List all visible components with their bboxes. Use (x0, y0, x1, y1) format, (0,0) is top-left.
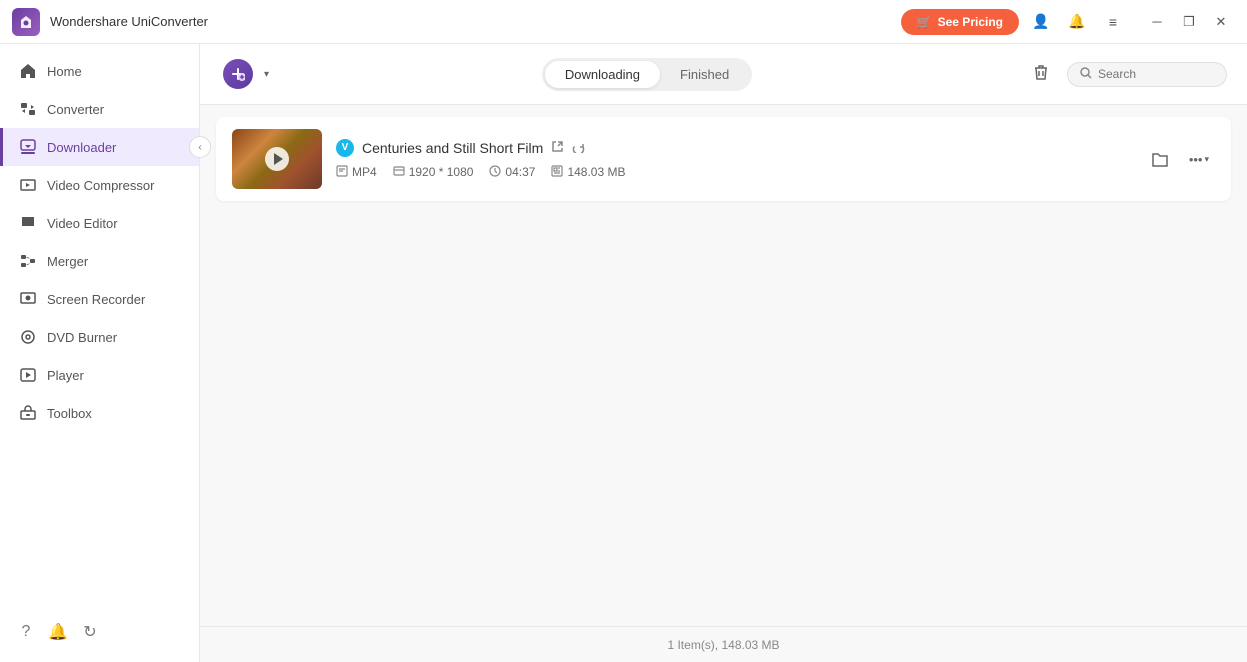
close-button[interactable]: ✕ (1207, 8, 1235, 36)
sidebar-bottom: ? 🔔 ↻ (0, 610, 199, 654)
sidebar-item-home[interactable]: Home (0, 52, 199, 90)
resolution-icon (393, 165, 405, 180)
menu-button[interactable]: ≡ (1099, 8, 1127, 36)
vimeo-badge: V (336, 139, 354, 157)
sidebar-item-player[interactable]: Player (0, 356, 199, 394)
tabs-container: Downloading Finished (542, 58, 752, 91)
search-icon (1080, 67, 1092, 82)
dropdown-arrow-icon[interactable]: ▾ (264, 69, 269, 80)
maximize-button[interactable]: ❐ (1175, 8, 1203, 36)
titlebar-actions: 🛒 See Pricing 👤 🔔 ≡ ─ ❐ ✕ (901, 8, 1235, 36)
filesize-icon (551, 165, 563, 180)
play-overlay[interactable] (265, 147, 289, 171)
refresh-video-icon[interactable] (572, 140, 585, 156)
status-bar: 1 Item(s), 148.03 MB (200, 626, 1247, 662)
video-actions: ••• ▾ (1145, 144, 1215, 174)
ellipsis-icon: ••• (1189, 152, 1203, 167)
help-icon[interactable]: ? (16, 622, 36, 642)
notification-button[interactable]: 🔔 (1063, 8, 1091, 36)
meta-format: MP4 (336, 165, 377, 180)
user-avatar-icon: 👤 (1032, 13, 1049, 30)
window-controls: ─ ❐ ✕ (1143, 8, 1235, 36)
search-box (1067, 62, 1227, 87)
header-left: ▾ (220, 56, 269, 92)
more-chevron-icon: ▾ (1204, 154, 1209, 165)
bell-icon: 🔔 (1068, 13, 1085, 30)
minimize-button[interactable]: ─ (1143, 8, 1171, 36)
tab-finished[interactable]: Finished (660, 61, 749, 88)
add-circle-icon (223, 59, 253, 89)
more-actions-button[interactable]: ••• ▾ (1183, 148, 1215, 171)
see-pricing-button[interactable]: 🛒 See Pricing (901, 9, 1019, 35)
video-meta: MP4 1920 * 1080 (336, 165, 1131, 180)
downloader-icon (19, 138, 37, 156)
search-input[interactable] (1098, 67, 1214, 81)
clock-icon (489, 165, 501, 180)
player-icon (19, 366, 37, 384)
resolution-value: 1920 * 1080 (409, 165, 474, 179)
sidebar-item-converter[interactable]: Converter (0, 90, 199, 128)
format-value: MP4 (352, 165, 377, 179)
content-header: ▾ Downloading Finished (200, 44, 1247, 105)
trash-icon (1032, 63, 1050, 86)
notification-sidebar-icon[interactable]: 🔔 (48, 622, 68, 642)
meta-filesize: 148.03 MB (551, 165, 625, 180)
titlebar: Wondershare UniConverter 🛒 See Pricing 👤… (0, 0, 1247, 44)
video-thumbnail (232, 129, 322, 189)
video-title: Centuries and Still Short Film (362, 140, 543, 156)
video-list: V Centuries and Still Short Film (200, 105, 1247, 626)
meta-duration: 04:37 (489, 165, 535, 180)
sidebar-item-dvd-burner[interactable]: DVD Burner (0, 318, 199, 356)
sidebar: Home Converter Downloader ‹ (0, 44, 200, 662)
video-item: V Centuries and Still Short Film (216, 117, 1231, 201)
open-folder-button[interactable] (1145, 144, 1175, 174)
sidebar-item-video-editor[interactable]: Video Editor (0, 204, 199, 242)
format-icon (336, 165, 348, 180)
sidebar-item-merger[interactable]: Merger (0, 242, 199, 280)
main-layout: Home Converter Downloader ‹ (0, 44, 1247, 662)
merger-icon (19, 252, 37, 270)
cart-icon: 🛒 (917, 15, 932, 29)
duration-value: 04:37 (505, 165, 535, 179)
delete-all-button[interactable] (1025, 58, 1057, 90)
home-icon (19, 62, 37, 80)
collapse-sidebar-button[interactable]: ‹ (189, 136, 211, 158)
meta-resolution: 1920 * 1080 (393, 165, 474, 180)
add-download-button[interactable] (220, 56, 256, 92)
play-triangle-icon (274, 153, 283, 165)
app-title: Wondershare UniConverter (50, 14, 901, 29)
sidebar-item-downloader[interactable]: Downloader ‹ (0, 128, 199, 166)
open-external-icon[interactable] (551, 140, 564, 156)
filesize-value: 148.03 MB (567, 165, 625, 179)
screen-recorder-icon (19, 290, 37, 308)
video-compressor-icon (19, 176, 37, 194)
video-info: V Centuries and Still Short Film (336, 139, 1131, 180)
refresh-icon[interactable]: ↻ (80, 622, 100, 642)
user-icon-button[interactable]: 👤 (1027, 8, 1055, 36)
status-text: 1 Item(s), 148.03 MB (667, 638, 779, 652)
header-right (1025, 58, 1227, 90)
hamburger-icon: ≡ (1109, 14, 1117, 30)
content-area: ▾ Downloading Finished (200, 44, 1247, 662)
toolbox-icon (19, 404, 37, 422)
sidebar-item-screen-recorder[interactable]: Screen Recorder (0, 280, 199, 318)
converter-icon (19, 100, 37, 118)
sidebar-item-video-compressor[interactable]: Video Compressor (0, 166, 199, 204)
sidebar-item-toolbox[interactable]: Toolbox (0, 394, 199, 432)
tab-downloading[interactable]: Downloading (545, 61, 660, 88)
video-title-row: V Centuries and Still Short Film (336, 139, 1131, 157)
dvd-burner-icon (19, 328, 37, 346)
video-editor-icon (19, 214, 37, 232)
app-logo (12, 8, 40, 36)
